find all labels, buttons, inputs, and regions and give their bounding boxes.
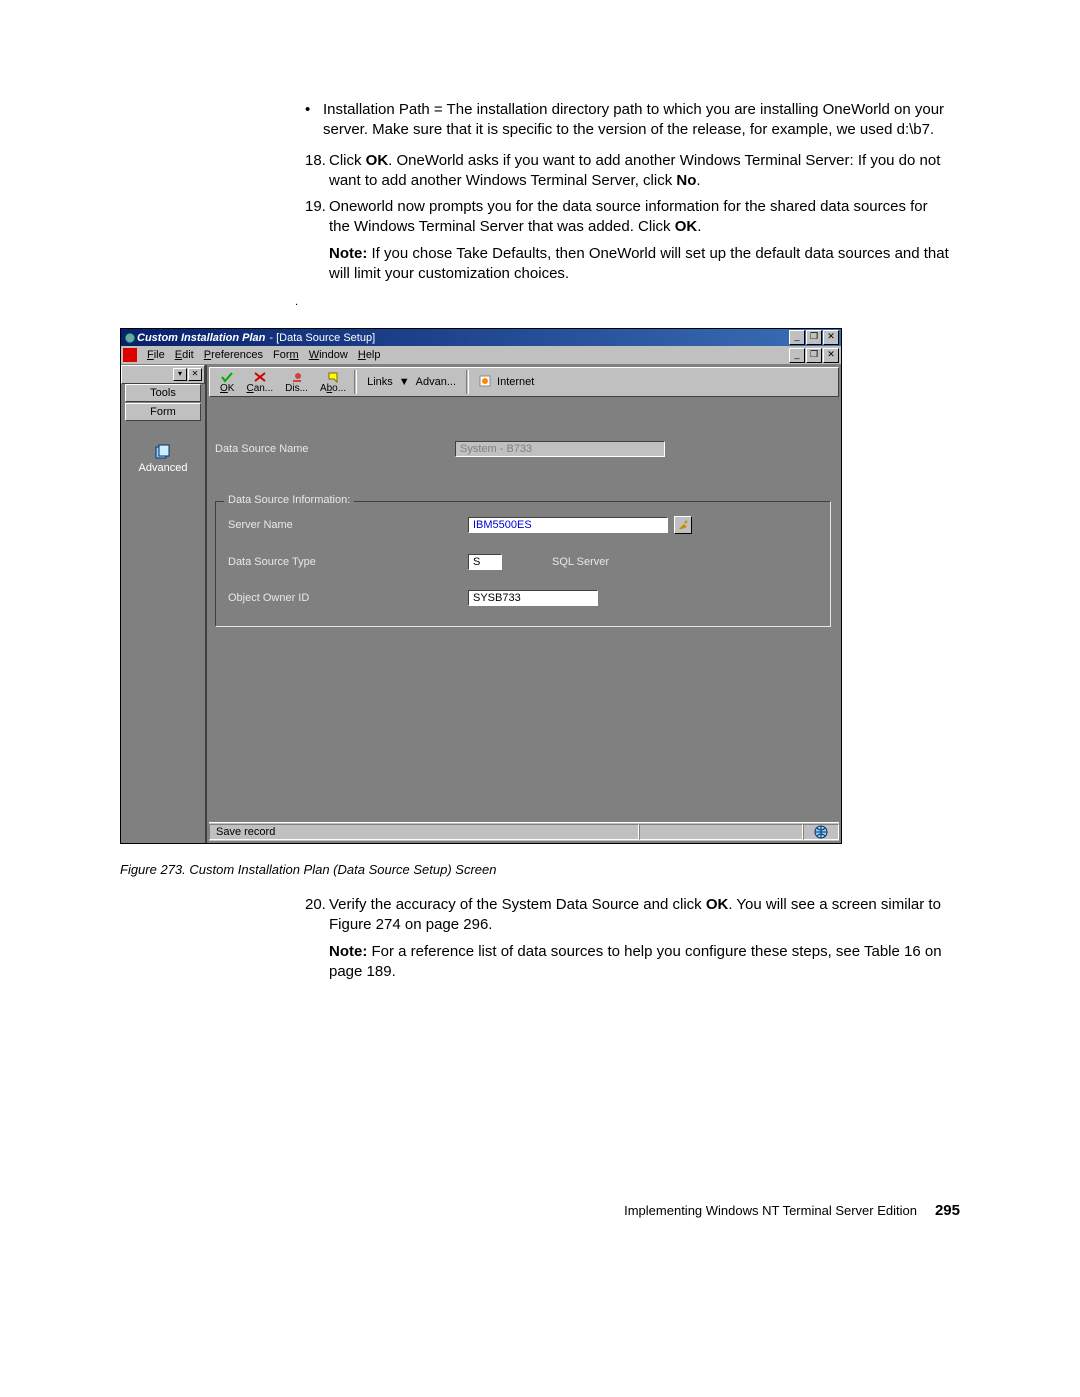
close-button[interactable]: ✕ — [823, 330, 839, 345]
side-tab-tools[interactable]: Tools — [125, 384, 201, 402]
documents-icon — [154, 444, 172, 460]
dropdown-icon[interactable]: ▼ — [399, 376, 410, 388]
group-ds-info: Data Source Information: Server Name IBM… — [215, 501, 831, 627]
bullet-install-path: • Installation Path = The installation d… — [305, 100, 950, 141]
x-icon — [253, 371, 267, 383]
toolbar-cancel[interactable]: Can... — [240, 371, 279, 394]
page-footer: Implementing Windows NT Terminal Server … — [120, 1202, 960, 1219]
titlebar: Custom Installation Plan - [Data Source … — [121, 329, 841, 346]
step-19: 19. Oneworld now prompts you for the dat… — [305, 197, 950, 238]
minimize-button[interactable]: _ — [789, 330, 805, 345]
inner-restore-button[interactable]: ❐ — [806, 348, 822, 363]
menu-preferences[interactable]: Preferences — [204, 349, 263, 361]
page-number: 295 — [935, 1202, 960, 1219]
toolbar-links: Links ▼ Advan... — [359, 376, 464, 388]
label-owner-id: Object Owner ID — [228, 592, 468, 604]
label-server-name: Server Name — [228, 519, 468, 531]
input-server-name[interactable]: IBM5500ES — [468, 517, 668, 533]
inner-minimize-button[interactable]: _ — [789, 348, 805, 363]
toolbar: OK Can... Dis... Abo... — [209, 367, 839, 397]
side-tab-form[interactable]: Form — [125, 403, 201, 421]
flashlight-icon — [678, 520, 688, 530]
toolbar-display[interactable]: Dis... — [279, 371, 314, 394]
input-ds-type-code[interactable]: S — [468, 554, 502, 570]
toolbar-internet[interactable]: Internet — [497, 376, 534, 388]
help-icon — [326, 371, 340, 383]
status-text: Save record — [209, 824, 639, 840]
label-ds-type: Data Source Type — [228, 556, 468, 568]
lookup-button[interactable] — [674, 516, 692, 534]
side-panel: ▾ ✕ Tools Form Advanced — [121, 365, 205, 843]
display-icon — [290, 371, 304, 383]
internet-icon — [479, 375, 491, 390]
menu-bar: File Edit Preferences Form Window Help _… — [121, 346, 841, 365]
group-title: Data Source Information: — [224, 494, 354, 506]
app-window: Custom Installation Plan - [Data Source … — [120, 328, 842, 844]
inner-close-button[interactable]: ✕ — [823, 348, 839, 363]
label-ds-name: Data Source Name — [215, 443, 455, 455]
side-panel-header: ▾ ✕ — [121, 365, 205, 384]
side-close-button[interactable]: ✕ — [188, 368, 202, 381]
menu-file[interactable]: File — [147, 349, 165, 361]
check-icon — [220, 371, 234, 383]
window-title: Custom Installation Plan — [137, 332, 265, 344]
input-ds-name[interactable]: System - B733 — [455, 441, 665, 457]
toolbar-advan[interactable]: Advan... — [416, 376, 456, 388]
form-content: Data Source Name System - B733 Data Sour… — [209, 399, 839, 820]
menu-edit[interactable]: Edit — [175, 349, 194, 361]
toolbar-ok[interactable]: OK — [214, 371, 240, 394]
maximize-button[interactable]: ❐ — [806, 330, 822, 345]
input-owner-id[interactable]: SYSB733 — [468, 590, 598, 606]
side-dropdown-button[interactable]: ▾ — [173, 368, 187, 381]
note-1: Note: If you chose Take Defaults, then O… — [329, 244, 950, 285]
toolbar-about[interactable]: Abo... — [314, 371, 352, 394]
side-item-advanced[interactable]: Advanced — [121, 444, 205, 474]
menu-help[interactable]: Help — [358, 349, 381, 361]
note-2: Note: For a reference list of data sourc… — [329, 942, 950, 983]
step-20: 20. Verify the accuracy of the System Da… — [305, 895, 950, 936]
step-18: 18. Click OK. OneWorld asks if you want … — [305, 151, 950, 192]
app-logo-icon — [123, 348, 137, 362]
menu-form[interactable]: Form — [273, 349, 299, 361]
label-ds-type-desc: SQL Server — [552, 556, 609, 568]
status-bar: Save record — [209, 822, 839, 841]
menu-window[interactable]: Window — [309, 349, 348, 361]
main-area: OK Can... Dis... Abo... — [205, 365, 841, 843]
status-globe-icon — [803, 824, 839, 840]
footer-title: Implementing Windows NT Terminal Server … — [624, 1203, 917, 1218]
figure-caption: Figure 273. Custom Installation Plan (Da… — [120, 862, 960, 877]
